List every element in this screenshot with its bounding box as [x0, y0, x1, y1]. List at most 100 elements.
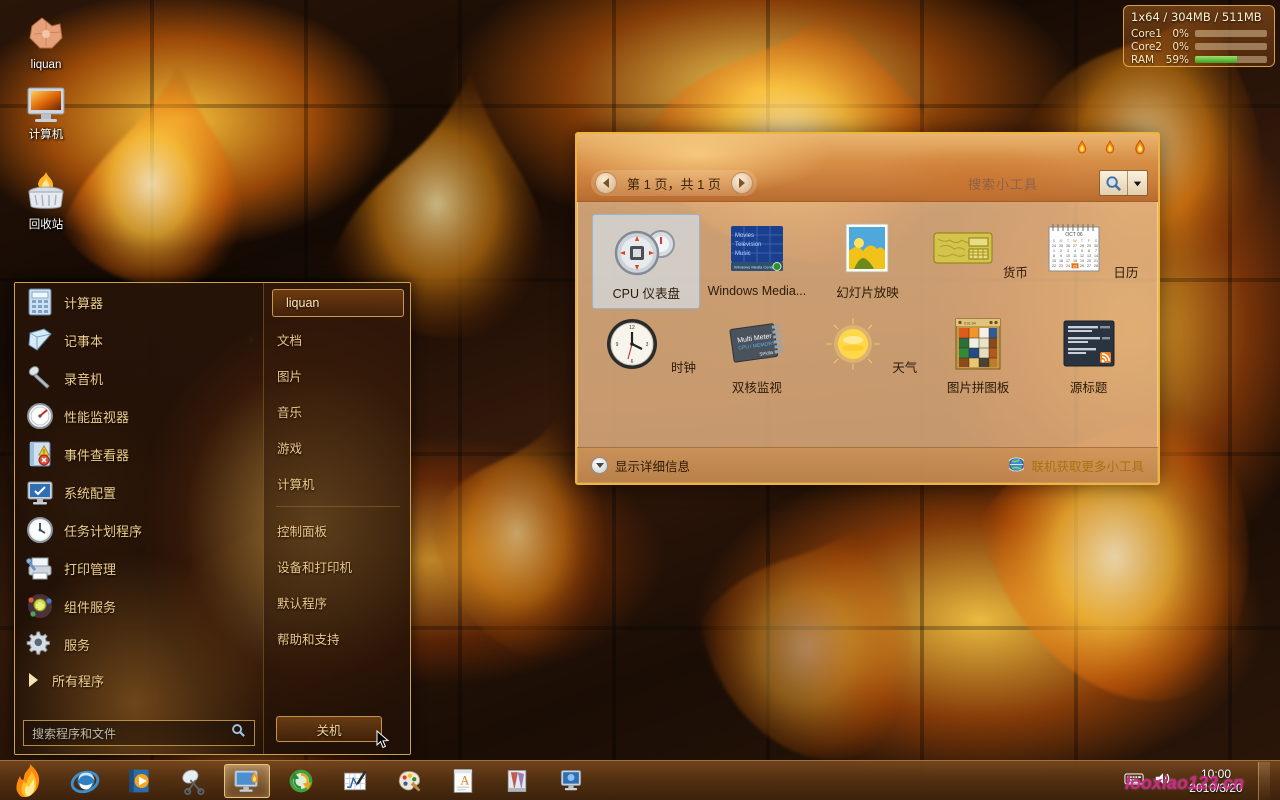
volume-icon[interactable] — [1154, 771, 1172, 791]
svg-text:3: 3 — [1067, 249, 1069, 253]
gadget-tile-cpu-meter[interactable]: CPU 仪表盘 — [592, 214, 700, 309]
start-menu-right-music[interactable]: 音乐 — [264, 393, 411, 429]
start-menu-user-label: liquan — [286, 296, 319, 310]
start-menu[interactable]: 计算器 记事本 — [14, 282, 411, 755]
gadget-tile-feed-headlines[interactable]: 源标题 — [1035, 309, 1143, 404]
gadget-tile-currency[interactable]: 货币 — [924, 214, 1032, 309]
taskbar[interactable]: A — [0, 760, 1280, 800]
svg-text:24: 24 — [1052, 244, 1056, 248]
search-icon — [231, 723, 246, 743]
system-monitor-gadget[interactable]: 1x64 / 304MB / 511MB Core1 0% Core2 0% R… — [1123, 5, 1275, 67]
start-menu-item-component-services[interactable]: 组件服务 — [15, 587, 263, 625]
taskbar-item-refresh[interactable] — [278, 764, 324, 798]
gadget-search-box[interactable] — [1099, 170, 1148, 196]
start-menu-right-control-panel[interactable]: 控制面板 — [264, 512, 411, 548]
start-menu-item-notepad[interactable]: 记事本 — [15, 321, 263, 359]
component-services-icon — [25, 591, 55, 621]
start-menu-search-box[interactable]: 搜索程序和文件 — [23, 720, 255, 746]
start-menu-item-performance-monitor[interactable]: 性能监视器 — [15, 397, 263, 435]
start-menu-right-devices-printers[interactable]: 设备和打印机 — [264, 548, 411, 584]
get-more-gadgets-link[interactable]: 联机获取更多小工具 — [1009, 456, 1144, 475]
taskbar-item-media-player[interactable] — [116, 764, 162, 798]
taskbar-item-gadget-gallery[interactable] — [224, 764, 270, 798]
gadget-tile-calendar[interactable]: OCT 06 SMT WTFS 24252627282930 1234567 8… — [1035, 214, 1143, 309]
taskbar-item-book[interactable] — [494, 764, 540, 798]
start-menu-item-label: 组件服务 — [64, 597, 116, 616]
gadget-gallery-titlebar[interactable]: 第 1 页，共 1 页 搜索小工具 — [577, 134, 1158, 202]
start-menu-item-event-viewer[interactable]: ! 事件查看器 — [15, 435, 263, 473]
minimize-flame-button[interactable] — [1074, 140, 1090, 156]
svg-text:24: 24 — [1066, 264, 1070, 268]
start-menu-right-help-support[interactable]: 帮助和支持 — [264, 620, 411, 656]
start-menu-right-panel: liquan 文档 图片 音乐 游戏 计算机 控制面板 设备和打印机 默认程序 … — [263, 283, 411, 755]
svg-text:28: 28 — [1094, 264, 1098, 268]
svg-text:5: 5 — [1081, 249, 1083, 253]
taskbar-item-desktop-gadget[interactable] — [548, 764, 594, 798]
start-menu-right-default-programs[interactable]: 默认程序 — [264, 584, 411, 620]
svg-text:29: 29 — [1087, 244, 1091, 248]
start-menu-item-sound-recorder[interactable]: 录音机 — [15, 359, 263, 397]
gadget-tile-multimeter[interactable]: Multi Meter CPU / MEMORY SPkilla © 双核监视 — [703, 309, 811, 404]
start-menu-right-pictures[interactable]: 图片 — [264, 357, 411, 393]
media-center-art: Movies Television Music Windows Media Ce… — [722, 264, 792, 281]
system-config-icon — [25, 477, 55, 507]
search-icon[interactable] — [1100, 171, 1127, 195]
svg-text:Television: Television — [735, 242, 761, 248]
desktop[interactable]: liquan 计算机 — [0, 0, 1280, 800]
start-menu-all-programs[interactable]: 所有程序 — [15, 663, 263, 697]
desktop-icon-computer[interactable]: 计算机 — [8, 82, 84, 142]
gadget-name: Windows Media... — [708, 284, 807, 298]
chevron-down-icon[interactable] — [1127, 171, 1147, 195]
start-menu-item-services[interactable]: 服务 — [15, 625, 263, 663]
taskbar-item-internet-explorer[interactable] — [62, 764, 108, 798]
gadget-tile-clock[interactable]: 12369 时钟 — [592, 309, 700, 404]
desktop-icon-recycle-bin[interactable]: 回收站 — [8, 172, 84, 232]
desktop-icon-liquan[interactable]: liquan — [8, 12, 84, 72]
recycle-bin-icon — [22, 172, 70, 216]
maximize-flame-button[interactable] — [1102, 140, 1118, 156]
gadget-tile-media-center[interactable]: Movies Television Music Windows Media Ce… — [703, 214, 811, 309]
shutdown-button[interactable]: 关机 — [276, 716, 382, 742]
sysmon-key: Core2 — [1131, 41, 1165, 53]
start-menu-item-system-config[interactable]: 系统配置 — [15, 473, 263, 511]
previous-page-button[interactable] — [595, 172, 617, 194]
gadget-tile-slideshow[interactable]: 幻灯片放映 — [813, 214, 921, 309]
system-tray[interactable]: 10:00 2010/3/20 looxiao123.cn — [1124, 761, 1280, 800]
start-menu-item-label: 任务计划程序 — [64, 521, 142, 540]
taskbar-item-graph-editor[interactable] — [332, 764, 378, 798]
slideshow-art — [832, 264, 902, 281]
user-folder-icon — [22, 12, 70, 56]
gadget-gallery-window[interactable]: 第 1 页，共 1 页 搜索小工具 — [575, 132, 1160, 485]
start-menu-right-games[interactable]: 游戏 — [264, 429, 411, 465]
currency-art — [928, 264, 1002, 281]
svg-text:8: 8 — [1053, 254, 1055, 258]
start-menu-item-label: 打印管理 — [64, 559, 116, 578]
show-details-button[interactable]: 显示详细信息 — [591, 456, 690, 475]
start-menu-item-label: 计算器 — [64, 293, 103, 312]
start-menu-right-label: 音乐 — [277, 402, 302, 421]
taskbar-item-snipping-tool[interactable] — [170, 764, 216, 798]
start-menu-item-task-scheduler[interactable]: 任务计划程序 — [15, 511, 263, 549]
close-flame-button[interactable] — [1132, 140, 1148, 156]
taskbar-item-wordpad[interactable]: A — [440, 764, 486, 798]
svg-text:4: 4 — [1074, 249, 1076, 253]
svg-text:3: 3 — [645, 342, 648, 348]
show-desktop-button[interactable] — [1258, 762, 1270, 800]
clock[interactable]: 10:00 2010/3/20 — [1182, 767, 1244, 795]
taskbar-item-paint[interactable] — [386, 764, 432, 798]
start-menu-item-calculator[interactable]: 计算器 — [15, 283, 263, 321]
taskbar-items: A — [58, 764, 598, 798]
start-menu-user-liquan[interactable]: liquan — [272, 289, 404, 317]
next-page-button[interactable] — [731, 172, 753, 194]
start-button[interactable] — [0, 762, 58, 800]
gadget-tile-weather[interactable]: 天气 — [813, 309, 921, 404]
start-menu-right-documents[interactable]: 文档 — [264, 321, 411, 357]
svg-text:22: 22 — [1052, 264, 1056, 268]
gadget-tile-picture-puzzle[interactable]: 0:01.04 — [924, 309, 1032, 404]
services-icon — [25, 629, 55, 659]
start-menu-item-label: 系统配置 — [64, 483, 116, 502]
start-menu-right-computer[interactable]: 计算机 — [264, 465, 411, 501]
start-menu-item-print-management[interactable]: 打印管理 — [15, 549, 263, 587]
keyboard-icon[interactable] — [1124, 772, 1144, 790]
gadget-name: 货币 — [1003, 266, 1028, 280]
